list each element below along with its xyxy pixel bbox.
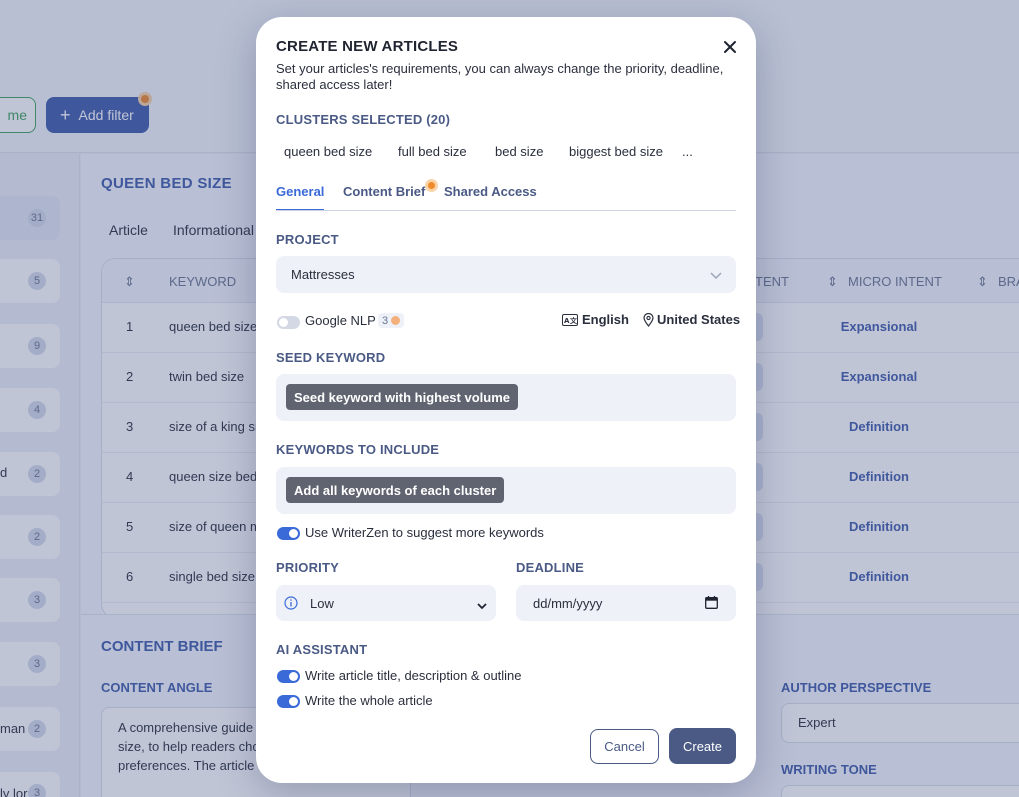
cancel-button-label: Cancel	[604, 739, 645, 754]
deadline-date-input[interactable]: dd/mm/yyyy	[516, 585, 736, 621]
create-articles-modal: CREATE NEW ARTICLES Set your articles's …	[256, 17, 756, 783]
deadline-label: DEADLINE	[516, 560, 585, 575]
nlp-credits-count: 3	[382, 314, 389, 327]
suggest-keywords-label: Use WriterZen to suggest more keywords	[305, 525, 544, 540]
nlp-credits-badge: 3	[378, 313, 405, 328]
keywords-include-token[interactable]: Add all keywords of each cluster	[286, 477, 505, 503]
translate-icon: A文	[562, 313, 578, 326]
more-clusters-indicator[interactable]: ...	[682, 144, 693, 159]
ai-whole-article-toggle[interactable]	[277, 695, 300, 708]
tab-divider	[276, 210, 736, 211]
seed-keyword-field[interactable]: Seed keyword with highest volume	[276, 374, 736, 421]
keywords-include-field[interactable]: Add all keywords of each cluster	[276, 467, 736, 514]
cluster-chip: bed size	[495, 144, 544, 159]
info-icon	[284, 596, 298, 613]
modal-title: CREATE NEW ARTICLES	[276, 38, 459, 55]
deadline-placeholder: dd/mm/yyyy	[533, 596, 603, 611]
location-value: United States	[657, 312, 741, 327]
cluster-chip: biggest bed size	[569, 144, 663, 159]
chevron-down-icon	[710, 268, 722, 283]
tab-content-brief[interactable]: Content Brief	[343, 184, 425, 209]
modal-description: Set your articles's requirements, you ca…	[276, 61, 724, 92]
chevron-down-icon	[477, 598, 487, 613]
svg-text:文: 文	[570, 316, 578, 325]
google-nlp-toggle[interactable]	[277, 316, 300, 329]
calendar-icon[interactable]	[705, 596, 718, 612]
suggest-keywords-toggle[interactable]	[277, 527, 300, 540]
clusters-selected-label: CLUSTERS SELECTED (20)	[276, 112, 451, 127]
tab-shared-access[interactable]: Shared Access	[444, 184, 537, 209]
create-button-label: Create	[682, 738, 723, 754]
ai-assistant-label: AI ASSISTANT	[276, 642, 368, 657]
priority-label: PRIORITY	[276, 560, 339, 575]
google-nlp-label: Google NLP	[305, 313, 376, 328]
location-pin-icon	[643, 312, 654, 327]
keywords-include-label: KEYWORDS TO INCLUDE	[276, 442, 440, 457]
project-label: PROJECT	[276, 232, 339, 247]
cluster-chip: full bed size	[398, 144, 467, 159]
language-value: English	[582, 312, 629, 327]
ai-outline-label: Write article title, description & outli…	[305, 668, 522, 683]
create-button[interactable]: Create	[669, 728, 736, 764]
ai-whole-article-label: Write the whole article	[305, 693, 433, 708]
location-selector[interactable]: United States	[643, 312, 740, 327]
priority-select[interactable]: Low	[276, 585, 496, 621]
coin-icon	[391, 316, 401, 325]
seed-keyword-label: SEED KEYWORD	[276, 350, 386, 365]
cancel-button[interactable]: Cancel	[590, 729, 659, 764]
language-selector[interactable]: A文 English	[562, 312, 629, 327]
notification-dot	[425, 179, 438, 192]
priority-value: Low	[310, 596, 334, 611]
tab-general[interactable]: General	[276, 184, 325, 211]
close-icon[interactable]	[720, 37, 740, 57]
project-select[interactable]: Mattresses	[276, 256, 736, 293]
cluster-chip: queen bed size	[284, 144, 373, 159]
seed-keyword-token[interactable]: Seed keyword with highest volume	[286, 384, 518, 410]
ai-outline-toggle[interactable]	[277, 670, 300, 683]
project-value: Mattresses	[291, 267, 355, 282]
